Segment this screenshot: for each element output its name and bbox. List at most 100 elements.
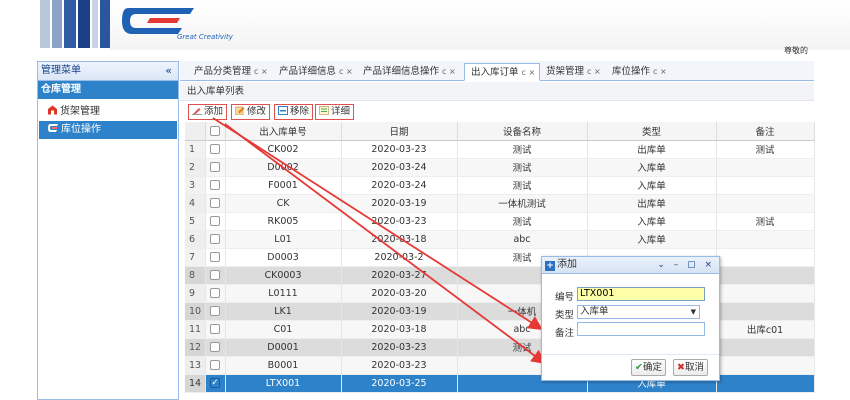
confirm-button[interactable]: ✔确定 (631, 359, 666, 376)
sidebar-item-label: 库位操作 (61, 124, 101, 135)
cell-date: 2020-03-25 (341, 374, 458, 393)
row-checkbox[interactable] (205, 356, 226, 375)
checkbox-icon (210, 216, 220, 226)
tab-close-icon[interactable]: c × (653, 67, 667, 76)
note-label: 备注 (555, 328, 575, 339)
detail-icon (319, 106, 329, 115)
tab-product-detail[interactable]: 产品详细信息 c × (273, 63, 357, 81)
edit-button[interactable]: 修改 (231, 104, 271, 120)
cell-type: 入库单 (587, 212, 717, 231)
row-checkbox[interactable] (205, 176, 226, 195)
select-all-checkbox[interactable] (205, 122, 226, 141)
tab-close-icon[interactable]: c × (339, 67, 353, 76)
row-checkbox[interactable] (205, 320, 226, 339)
cell-note (716, 374, 815, 393)
tab-close-icon[interactable]: c × (587, 67, 601, 76)
row-number: 11 (185, 320, 206, 339)
remove-button-label: 移除 (290, 106, 310, 117)
cancel-icon: ✖ (677, 362, 685, 373)
checkbox-icon (210, 360, 220, 370)
tab-shelf-management[interactable]: 货架管理 c × (540, 63, 606, 81)
toolbar: 添加 修改 移除 详细 (180, 102, 814, 122)
cell-date: 2020-03-23 (341, 356, 458, 375)
table-row[interactable]: 3 F0001 2020-03-24 测试 入库单 (185, 176, 815, 195)
table-header-row: 出入库单号 日期 设备名称 类型 备注 (185, 122, 815, 141)
cell-code: RK005 (225, 212, 342, 231)
checkbox-icon (210, 198, 220, 208)
row-number: 10 (185, 302, 206, 321)
cell-note (716, 230, 815, 249)
column-header-note[interactable]: 备注 (716, 122, 815, 141)
sidebar-group-warehouse[interactable]: 仓库管理 (38, 81, 178, 99)
cell-note: 测试 (716, 140, 815, 159)
cell-note (716, 302, 815, 321)
column-header-code[interactable]: 出入库单号 (225, 122, 342, 141)
cell-type: 入库单 (587, 230, 717, 249)
add-button[interactable]: 添加 (188, 104, 228, 120)
sidebar: 管理菜单 « 仓库管理 货架管理 库位操作 (37, 61, 179, 400)
column-header-type[interactable]: 类型 (587, 122, 717, 141)
table-row[interactable]: 5 RK005 2020-03-23 测试 入库单 测试 (185, 212, 815, 231)
row-checkbox[interactable] (205, 338, 226, 357)
note-input[interactable] (577, 322, 705, 336)
row-checkbox[interactable] (205, 266, 226, 285)
sidebar-collapse-icon[interactable]: « (165, 62, 172, 80)
type-select[interactable]: 入库单 ▼ (577, 305, 700, 319)
table-row[interactable]: 2 D0002 2020-03-24 测试 入库单 (185, 158, 815, 177)
checkbox-icon (210, 180, 220, 190)
tab-product-category[interactable]: 产品分类管理 c × (188, 63, 273, 81)
cell-date: 2020-03-18 (341, 230, 458, 249)
sidebar-header: 管理菜单 « (38, 62, 178, 81)
shelf-icon (48, 105, 57, 115)
row-checkbox[interactable] (205, 140, 226, 159)
cell-note: 出库c01 (716, 320, 815, 339)
tab-close-icon[interactable]: c × (442, 67, 456, 76)
tab-location-operation[interactable]: 库位操作 c × (606, 63, 672, 81)
cell-date: 2020-03-23 (341, 212, 458, 231)
cell-date: 2020-03-19 (341, 302, 458, 321)
row-checkbox[interactable] (205, 248, 226, 267)
table-row[interactable]: 6 L01 2020-03-18 abc 入库单 (185, 230, 815, 249)
add-button-label: 添加 (204, 106, 224, 117)
cell-note: 测试 (716, 212, 815, 231)
row-number: 9 (185, 284, 206, 303)
tab-product-detail-operation[interactable]: 产品详细信息操作 c × (357, 63, 464, 81)
checkbox-icon (210, 270, 220, 280)
cell-code: D0002 (225, 158, 342, 177)
remove-button[interactable]: 移除 (274, 104, 314, 120)
tab-close-icon[interactable]: c × (254, 67, 268, 76)
row-checkbox[interactable]: ✓ (205, 374, 226, 393)
cancel-button-label: 取消 (684, 362, 704, 373)
cell-note (716, 356, 815, 375)
tab-inout-orders[interactable]: 出入库订单 c × (464, 63, 540, 81)
dialog-window-controls-icon[interactable]: ⌄ – ▢ × (657, 257, 715, 273)
sidebar-item-shelf-management[interactable]: 货架管理 (38, 103, 178, 121)
cell-code: CK0003 (225, 266, 342, 285)
column-header-device[interactable]: 设备名称 (457, 122, 588, 141)
sidebar-item-location-operation[interactable]: 库位操作 (39, 121, 177, 139)
cell-code: L0111 (225, 284, 342, 303)
cell-code: D0001 (225, 338, 342, 357)
detail-button[interactable]: 详细 (315, 104, 355, 120)
cell-note (716, 266, 815, 285)
table-row[interactable]: 4 CK 2020-03-19 一体机测试 出库单 (185, 194, 815, 213)
checkbox-icon (210, 162, 220, 172)
header-band (110, 0, 850, 50)
tab-label: 货架管理 (546, 66, 585, 77)
row-checkbox[interactable] (205, 212, 226, 231)
tab-close-icon[interactable]: c × (522, 68, 536, 77)
table-row[interactable]: 1 CK002 2020-03-23 测试 出库单 测试 (185, 140, 815, 159)
logo-text: Great Creativity (177, 33, 233, 41)
tab-label: 库位操作 (612, 66, 651, 77)
row-checkbox[interactable] (205, 194, 226, 213)
column-header-date[interactable]: 日期 (341, 122, 458, 141)
row-checkbox[interactable] (205, 302, 226, 321)
row-checkbox[interactable] (205, 230, 226, 249)
row-checkbox[interactable] (205, 284, 226, 303)
code-input[interactable]: LTX001 (577, 287, 705, 301)
cell-code: LK1 (225, 302, 342, 321)
add-icon (192, 108, 202, 115)
row-checkbox[interactable] (205, 158, 226, 177)
add-icon: + (545, 261, 555, 271)
cancel-button[interactable]: ✖取消 (673, 359, 708, 376)
